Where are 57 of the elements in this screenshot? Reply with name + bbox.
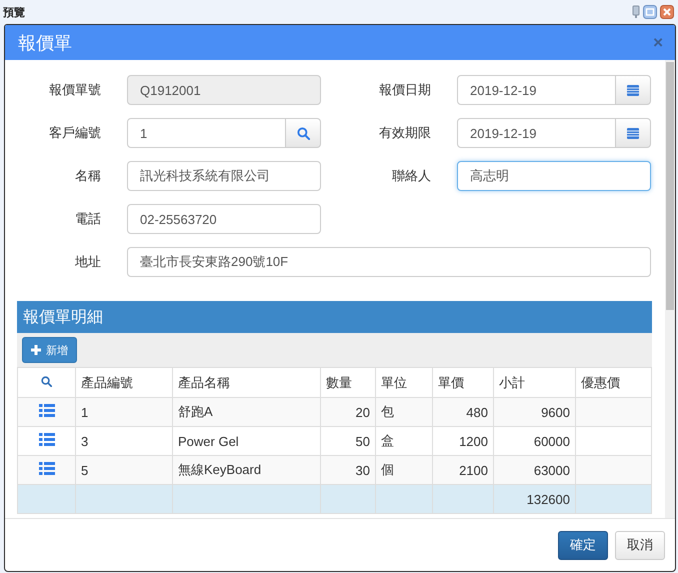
table-cell: 舒跑A bbox=[178, 404, 213, 419]
pin-icon[interactable] bbox=[632, 5, 640, 19]
dialog-title: 報價單 bbox=[18, 32, 72, 54]
table-cell: 包 bbox=[381, 404, 394, 419]
scrollbar[interactable] bbox=[665, 60, 675, 518]
input-field[interactable]: 高志明 bbox=[457, 161, 651, 191]
field-label: 名稱 bbox=[74, 167, 101, 185]
table-cell: Power Gel bbox=[178, 434, 239, 448]
date-picker-button[interactable] bbox=[616, 75, 651, 105]
search-icon bbox=[41, 376, 52, 387]
table-cell: 30 bbox=[356, 462, 370, 478]
field-label: 報價日期 bbox=[378, 81, 431, 99]
table-cell: 3 bbox=[81, 434, 88, 448]
field-label: 客戶編號 bbox=[48, 124, 101, 142]
input-field[interactable]: Q1912001 bbox=[127, 75, 321, 105]
input-field[interactable]: 1 bbox=[127, 118, 286, 148]
date-picker-button[interactable] bbox=[616, 118, 651, 148]
cancel-button[interactable]: 取消 bbox=[615, 530, 665, 560]
add-button[interactable]: 新增 bbox=[22, 337, 77, 363]
table-cell: 480 bbox=[466, 404, 488, 420]
table-cell: 63000 bbox=[534, 462, 570, 478]
list-icon[interactable] bbox=[38, 404, 54, 417]
table-cell: 60000 bbox=[534, 434, 570, 448]
input-field[interactable]: 2019-12-19 bbox=[457, 75, 616, 105]
field-label: 聯絡人 bbox=[391, 167, 431, 185]
table-cell: 9600 bbox=[541, 404, 570, 420]
table-cell: 50 bbox=[356, 434, 370, 448]
search-button[interactable] bbox=[286, 118, 321, 148]
input-field[interactable]: 臺北市長安東路290號10F bbox=[127, 247, 651, 277]
search-icon bbox=[296, 126, 310, 140]
input-field[interactable]: 訊光科技系統有限公司 bbox=[127, 161, 321, 191]
table-cell: 個 bbox=[381, 462, 394, 477]
scrollbar-thumb[interactable] bbox=[666, 62, 674, 310]
input-field[interactable]: 2019-12-19 bbox=[457, 118, 616, 148]
table-cell: 1 bbox=[81, 404, 88, 420]
table-cell: 2100 bbox=[459, 462, 488, 478]
input-field[interactable]: 02-25563720 bbox=[127, 204, 321, 234]
section-title: 報價單明細 bbox=[17, 301, 652, 333]
column-header[interactable]: 小計 bbox=[499, 374, 525, 390]
list-icon[interactable] bbox=[38, 462, 54, 475]
maximize-icon[interactable] bbox=[643, 5, 657, 19]
table-cell: 盒 bbox=[381, 433, 394, 448]
table-cell: 1200 bbox=[459, 434, 488, 448]
list-icon[interactable] bbox=[38, 433, 54, 446]
total-cell: 132600 bbox=[526, 492, 570, 506]
plus-icon bbox=[31, 345, 41, 355]
field-label: 有效期限 bbox=[378, 124, 431, 142]
window-title: 預覽 bbox=[3, 6, 25, 20]
table-cell: 無線KeyBoard bbox=[178, 462, 262, 477]
column-header[interactable]: 產品名稱 bbox=[178, 374, 230, 390]
close-icon[interactable] bbox=[660, 5, 674, 19]
field-label: 地址 bbox=[74, 253, 101, 271]
confirm-button[interactable]: 確定 bbox=[558, 530, 608, 560]
table-cell: 5 bbox=[81, 462, 88, 478]
field-label: 電話 bbox=[74, 210, 101, 228]
table-cell: 20 bbox=[356, 404, 370, 420]
field-label: 報價單號 bbox=[48, 81, 101, 99]
